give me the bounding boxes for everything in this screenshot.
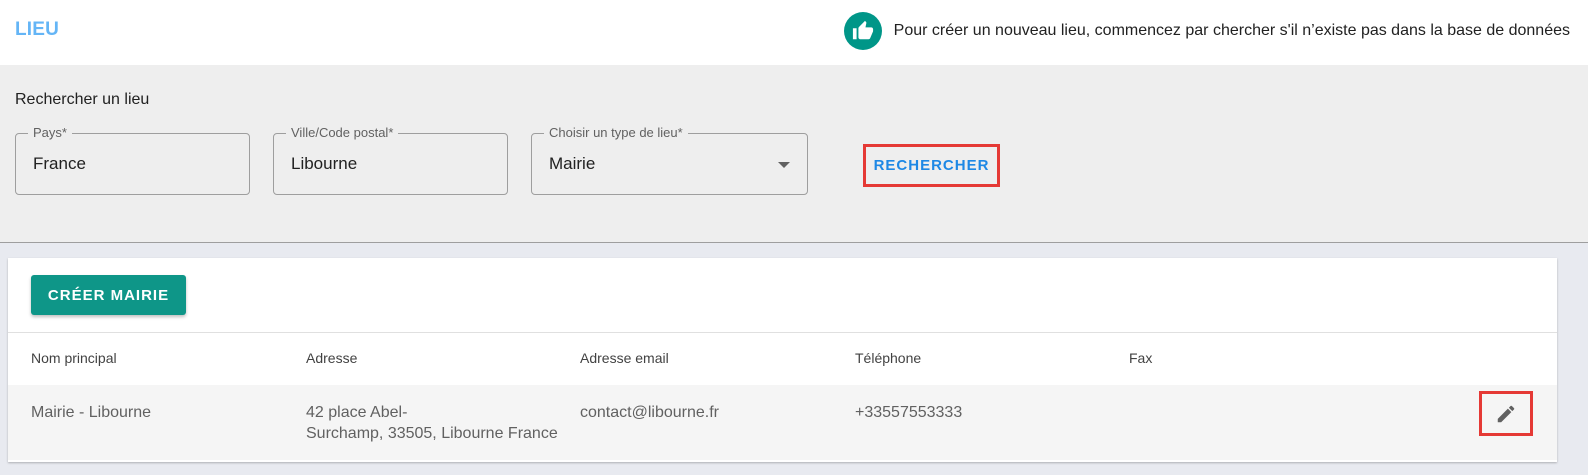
search-heading: Rechercher un lieu xyxy=(15,91,150,108)
country-field[interactable]: Pays* France xyxy=(15,125,250,195)
cell-email: contact@libourne.fr xyxy=(580,404,719,421)
city-field-label: Ville/Code postal* xyxy=(286,125,399,140)
city-field-value: Libourne xyxy=(291,154,358,173)
divider xyxy=(8,332,1557,333)
hint-text: Pour créer un nouveau lieu, commencez pa… xyxy=(893,22,1570,39)
search-button[interactable]: RECHERCHER xyxy=(863,144,1000,187)
page-title: LIEU xyxy=(15,19,60,40)
create-mairie-button[interactable]: CRÉER MAIRIE xyxy=(31,275,186,315)
chevron-down-icon xyxy=(778,162,790,168)
table-row: Mairie - Libourne 42 place Abel- Surcham… xyxy=(8,385,1557,460)
cell-address-line2: Surchamp, 33505, Libourne France xyxy=(306,425,558,442)
cell-phone: +33557553333 xyxy=(855,404,963,421)
pencil-icon xyxy=(1497,405,1515,422)
results-card: CRÉER MAIRIE Nom principal Adresse Adres… xyxy=(8,258,1557,462)
place-type-select[interactable]: Choisir un type de lieu* Mairie xyxy=(531,125,808,195)
country-field-value: France xyxy=(33,154,86,173)
search-panel: Rechercher un lieu Pays* France Ville/Co… xyxy=(0,65,1588,243)
hint-banner: Pour créer un nouveau lieu, commencez pa… xyxy=(843,11,1570,51)
place-type-value: Mairie xyxy=(549,154,596,173)
column-header-phone: Téléphone xyxy=(855,350,922,366)
cell-address: 42 place Abel- Surchamp, 33505, Libourne… xyxy=(306,402,558,444)
cell-name: Mairie - Libourne xyxy=(31,404,152,421)
cell-address-line1: 42 place Abel- xyxy=(306,404,408,421)
edit-button[interactable] xyxy=(1479,391,1533,436)
column-header-fax: Fax xyxy=(1129,350,1153,366)
column-header-email: Adresse email xyxy=(580,350,669,366)
column-header-address: Adresse xyxy=(306,350,358,366)
column-header-name: Nom principal xyxy=(31,350,117,366)
thumb-up-icon xyxy=(843,12,882,50)
place-type-label: Choisir un type de lieu* xyxy=(544,125,688,140)
city-field[interactable]: Ville/Code postal* Libourne xyxy=(273,125,508,195)
country-field-label: Pays* xyxy=(28,125,72,140)
page-header: LIEU Pour créer un nouveau lieu, commenc… xyxy=(0,0,1588,65)
